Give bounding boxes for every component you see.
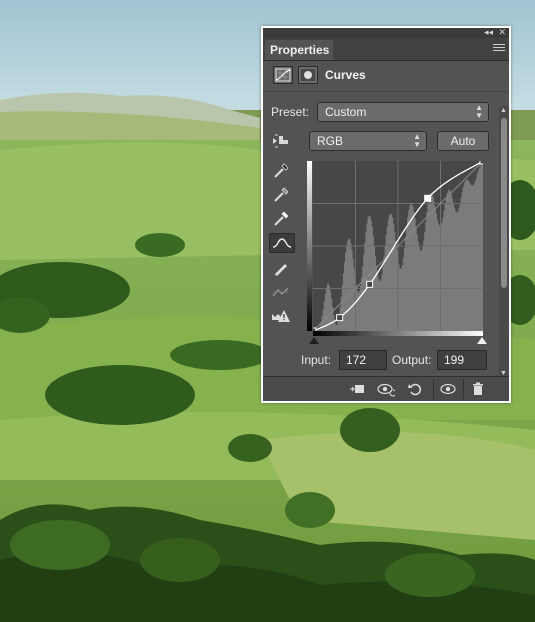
output-gradient-bar <box>307 161 312 331</box>
panel-titlebar: ◂◂ ✕ <box>263 28 509 38</box>
curve-point[interactable] <box>366 280 374 288</box>
scroll-thumb[interactable] <box>501 118 507 288</box>
curve-points-icon[interactable] <box>269 233 295 253</box>
curve-point-selected[interactable] <box>424 194 432 202</box>
clip-to-layer-icon[interactable] <box>349 381 365 397</box>
clipping-warning-icon[interactable] <box>269 306 295 326</box>
updown-arrows-icon: ▲ ▼ <box>475 103 483 120</box>
updown-arrows-icon: ▲ ▼ <box>413 132 421 149</box>
panel-tab-row: Properties <box>263 38 509 61</box>
input-gradient-bar <box>313 331 483 336</box>
panel-scrollbar[interactable]: ▲ ▼ <box>499 106 509 378</box>
auto-button[interactable]: Auto <box>437 131 489 151</box>
black-point-eyedropper-icon[interactable] <box>269 160 295 180</box>
adjustment-header: Curves <box>263 61 509 92</box>
channel-dropdown[interactable]: RGB ▲ ▼ <box>309 131 427 151</box>
gray-point-eyedropper-icon[interactable] <box>269 184 295 204</box>
curves-adjustment-icon[interactable] <box>273 66 293 84</box>
properties-panel: ◂◂ ✕ Properties Curves Preset: Custom ▲ ▼… <box>261 26 511 403</box>
target-adjust-icon[interactable] <box>271 132 293 150</box>
smooth-icon[interactable] <box>269 282 295 302</box>
curve-point[interactable] <box>479 161 483 165</box>
panel-menu-icon[interactable] <box>493 44 505 54</box>
curve-point[interactable] <box>336 314 344 322</box>
trash-icon[interactable] <box>470 381 486 397</box>
scroll-up-icon[interactable]: ▲ <box>500 107 507 114</box>
channel-value: RGB <box>317 134 344 148</box>
collapse-icon[interactable]: ◂◂ <box>484 28 493 38</box>
close-icon[interactable]: ✕ <box>498 28 506 38</box>
white-point-eyedropper-icon[interactable] <box>269 208 295 228</box>
panel-bottom-bar <box>263 376 509 401</box>
visibility-eye-icon[interactable] <box>440 381 456 397</box>
white-point-slider[interactable] <box>477 337 487 344</box>
output-field[interactable]: 199 <box>437 350 487 370</box>
mask-icon[interactable] <box>298 66 318 84</box>
output-label: Output: <box>392 353 432 367</box>
preset-label: Preset: <box>271 105 310 119</box>
preset-dropdown[interactable]: Custom ▲ ▼ <box>317 102 489 122</box>
input-field[interactable]: 172 <box>339 350 387 370</box>
adjustment-title: Curves <box>325 68 366 82</box>
preset-value: Custom <box>325 105 367 119</box>
input-label: Input: <box>301 353 332 367</box>
reset-icon[interactable] <box>407 381 423 397</box>
curves-graph[interactable] <box>313 161 483 331</box>
tab-properties[interactable]: Properties <box>265 40 333 60</box>
black-point-slider[interactable] <box>309 337 319 344</box>
view-previous-icon[interactable] <box>377 381 397 397</box>
pencil-icon[interactable] <box>269 258 295 278</box>
